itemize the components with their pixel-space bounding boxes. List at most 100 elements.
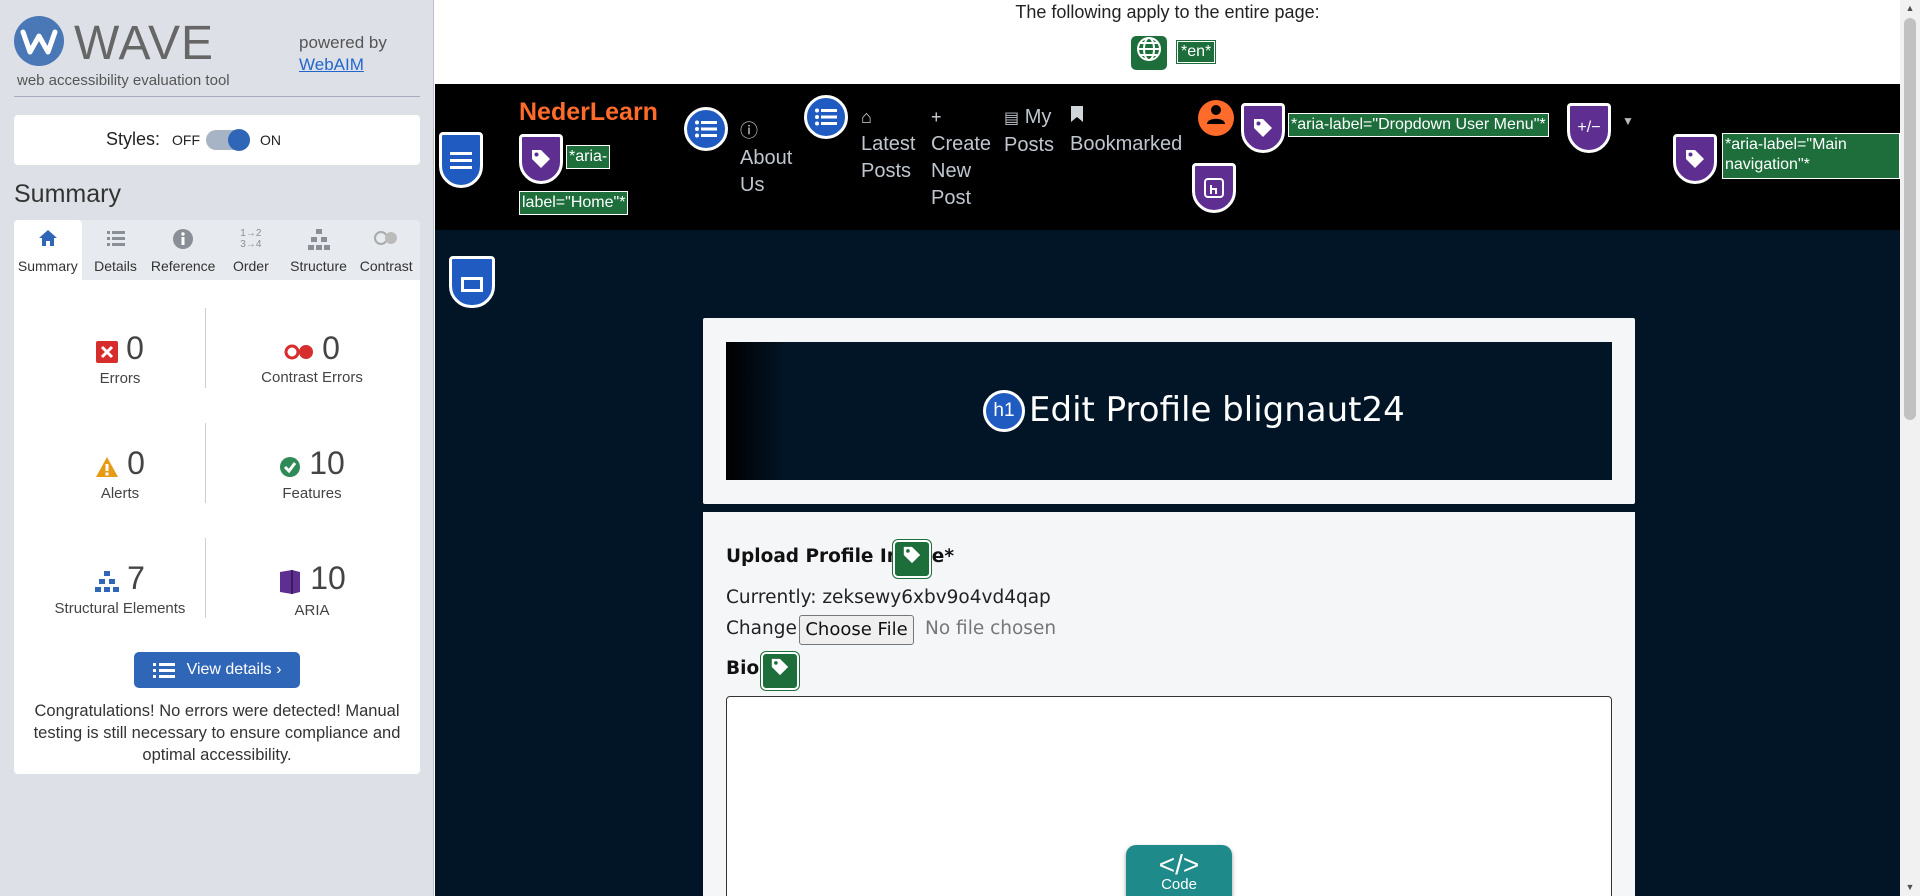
- choose-file-button[interactable]: Choose File: [799, 615, 914, 645]
- file-icon: ▤: [1004, 110, 1020, 127]
- aria-icon: [278, 569, 302, 600]
- structural-stat[interactable]: 7 Structural Elements: [35, 560, 205, 617]
- aria-label-icon[interactable]: [1673, 134, 1717, 184]
- nav-about-line2: Us: [740, 174, 765, 196]
- tab-structure[interactable]: Structure: [285, 220, 353, 280]
- nav-create-new-post[interactable]: + Create New Post: [931, 104, 991, 212]
- order-icon: 1→2 3→4: [240, 228, 262, 250]
- aria-label-icon[interactable]: [519, 134, 563, 184]
- site-navbar: NederLearn *aria- label="Home"* ⓘ About …: [435, 84, 1900, 230]
- nav-create-line3: Post: [931, 187, 972, 209]
- current-image: Currently: zeksewy6xbv9o4vd4qap: [726, 587, 1051, 608]
- styles-toggle-box: Styles: OFF ON: [14, 115, 420, 165]
- styles-toggle[interactable]: [206, 129, 250, 151]
- tab-summary[interactable]: Summary: [14, 220, 82, 280]
- wave-tagline: web accessibility evaluation tool: [17, 72, 230, 89]
- brand-link[interactable]: NederLearn: [519, 98, 658, 127]
- divider: [205, 423, 206, 503]
- errors-stat[interactable]: 0 Errors: [35, 330, 205, 387]
- user-icon[interactable]: [1198, 100, 1234, 136]
- divider: [205, 538, 206, 618]
- features-count: 10: [309, 445, 345, 481]
- alerts-stat[interactable]: 0 Alerts: [35, 445, 205, 502]
- powered-by: powered by WebAIM: [299, 32, 387, 76]
- tab-label: Details: [94, 258, 137, 274]
- webaim-link[interactable]: WebAIM: [299, 55, 364, 74]
- summary-panel: 0 Errors 0 Contrast Errors 0 Alerts 10 F…: [14, 280, 420, 774]
- globe-icon[interactable]: [1131, 36, 1167, 70]
- chevron-down-icon[interactable]: ▼: [1622, 114, 1634, 128]
- contrast-errors-count: 0: [322, 330, 340, 366]
- label-tag-icon[interactable]: [892, 539, 932, 579]
- nav-create-line1: Create: [931, 133, 992, 155]
- aria-expanded-icon[interactable]: +/−: [1567, 103, 1611, 153]
- aria-label-icon[interactable]: [1241, 103, 1285, 153]
- scroll-thumb[interactable]: [1904, 18, 1916, 420]
- change-label: Change:: [726, 618, 804, 639]
- home-aria-tag-1: *aria-: [566, 145, 611, 169]
- tab-label: Structure: [290, 258, 347, 274]
- errors-count: 0: [126, 330, 144, 366]
- view-details-label: View details ›: [186, 661, 282, 678]
- list-icon[interactable]: [804, 95, 848, 139]
- code-toggle-button[interactable]: </> Code: [1126, 845, 1232, 896]
- congrats-message: Congratulations! No errors were detected…: [33, 702, 401, 764]
- plus-icon: +: [931, 107, 942, 127]
- alerts-count: 0: [127, 445, 145, 481]
- home-icon: ⌂: [861, 107, 872, 127]
- scroll-down-arrow[interactable]: ▼: [1904, 882, 1916, 892]
- tab-reference[interactable]: Reference: [149, 220, 217, 280]
- tab-contrast[interactable]: Contrast: [352, 220, 420, 280]
- bio-textarea[interactable]: </> Code: [726, 696, 1612, 896]
- tab-details[interactable]: Details: [82, 220, 150, 280]
- plusminus-label: +/−: [1577, 119, 1601, 136]
- features-label: Features: [282, 485, 342, 503]
- nav-about-us[interactable]: ⓘ About Us: [740, 118, 792, 199]
- nav-my-line2: Posts: [1004, 134, 1055, 156]
- list-icon: [82, 228, 150, 252]
- nav-latest-posts[interactable]: ⌂ Latest Posts: [861, 104, 915, 185]
- powered-by-label: powered by: [299, 33, 387, 52]
- main-region-icon[interactable]: [449, 256, 495, 308]
- wave-logo-icon: [14, 16, 64, 66]
- view-details-button[interactable]: View details ›: [134, 652, 300, 688]
- info-icon: [149, 228, 217, 252]
- bookmark-icon: [1070, 104, 1182, 131]
- hero-banner: h1 Edit Profile blignaut24: [726, 342, 1612, 480]
- list-icon[interactable]: [684, 107, 728, 151]
- main-nav-aria-tag: *aria-label="Main navigation"*: [1722, 133, 1900, 179]
- tab-label: Contrast: [359, 258, 413, 274]
- label-tag-icon[interactable]: [760, 651, 800, 691]
- scroll-up-arrow[interactable]: ▲: [1904, 3, 1916, 13]
- page-level-heading: The following apply to the entire page:: [1015, 2, 1320, 22]
- page-level-panel: The following apply to the entire page: …: [435, 0, 1900, 84]
- nav-bookmarked[interactable]: Bookmarked: [1070, 104, 1182, 158]
- wave-logo: WAVE web accessibility evaluation tool p…: [14, 14, 420, 98]
- navigation-icon[interactable]: [439, 132, 483, 188]
- nav-latest-line1: Latest: [861, 133, 916, 155]
- feature-check-icon: [279, 456, 301, 483]
- heading-h1-icon[interactable]: h1: [983, 390, 1025, 432]
- tab-label: Reference: [150, 258, 216, 274]
- dropdown-aria-tag: *aria-label="Dropdown User Menu"*: [1288, 113, 1549, 137]
- contrast-errors-label: Contrast Errors: [261, 369, 363, 386]
- tab-order[interactable]: 1→2 3→4 Order: [217, 220, 285, 280]
- tab-label: Summary: [17, 258, 78, 274]
- summary-heading: Summary: [14, 180, 121, 208]
- wave-tabs: Summary Details Reference 1→23→4 Order: [14, 220, 420, 280]
- contrast-error-icon: [284, 344, 314, 365]
- styles-label: Styles:: [106, 129, 161, 149]
- structure-icon: [285, 228, 353, 252]
- aria-haspopup-icon[interactable]: [1192, 163, 1236, 213]
- main-nav-aria-line1: *aria-label="Main: [1725, 136, 1847, 153]
- features-stat[interactable]: 10 Features: [227, 445, 397, 502]
- main-nav-aria-line2: navigation"*: [1725, 156, 1810, 173]
- aria-stat[interactable]: 10 ARIA: [227, 560, 397, 619]
- nav-latest-line2: Posts: [861, 160, 912, 182]
- contrast-errors-stat[interactable]: 0 Contrast Errors: [227, 330, 397, 386]
- page-scrollbar[interactable]: ▲ ▼: [1900, 0, 1920, 896]
- nav-my-posts[interactable]: ▤ My Posts: [1004, 104, 1054, 159]
- styles-off-label: OFF: [172, 132, 200, 148]
- code-label: Code: [1161, 876, 1197, 893]
- aria-label: ARIA: [294, 602, 330, 620]
